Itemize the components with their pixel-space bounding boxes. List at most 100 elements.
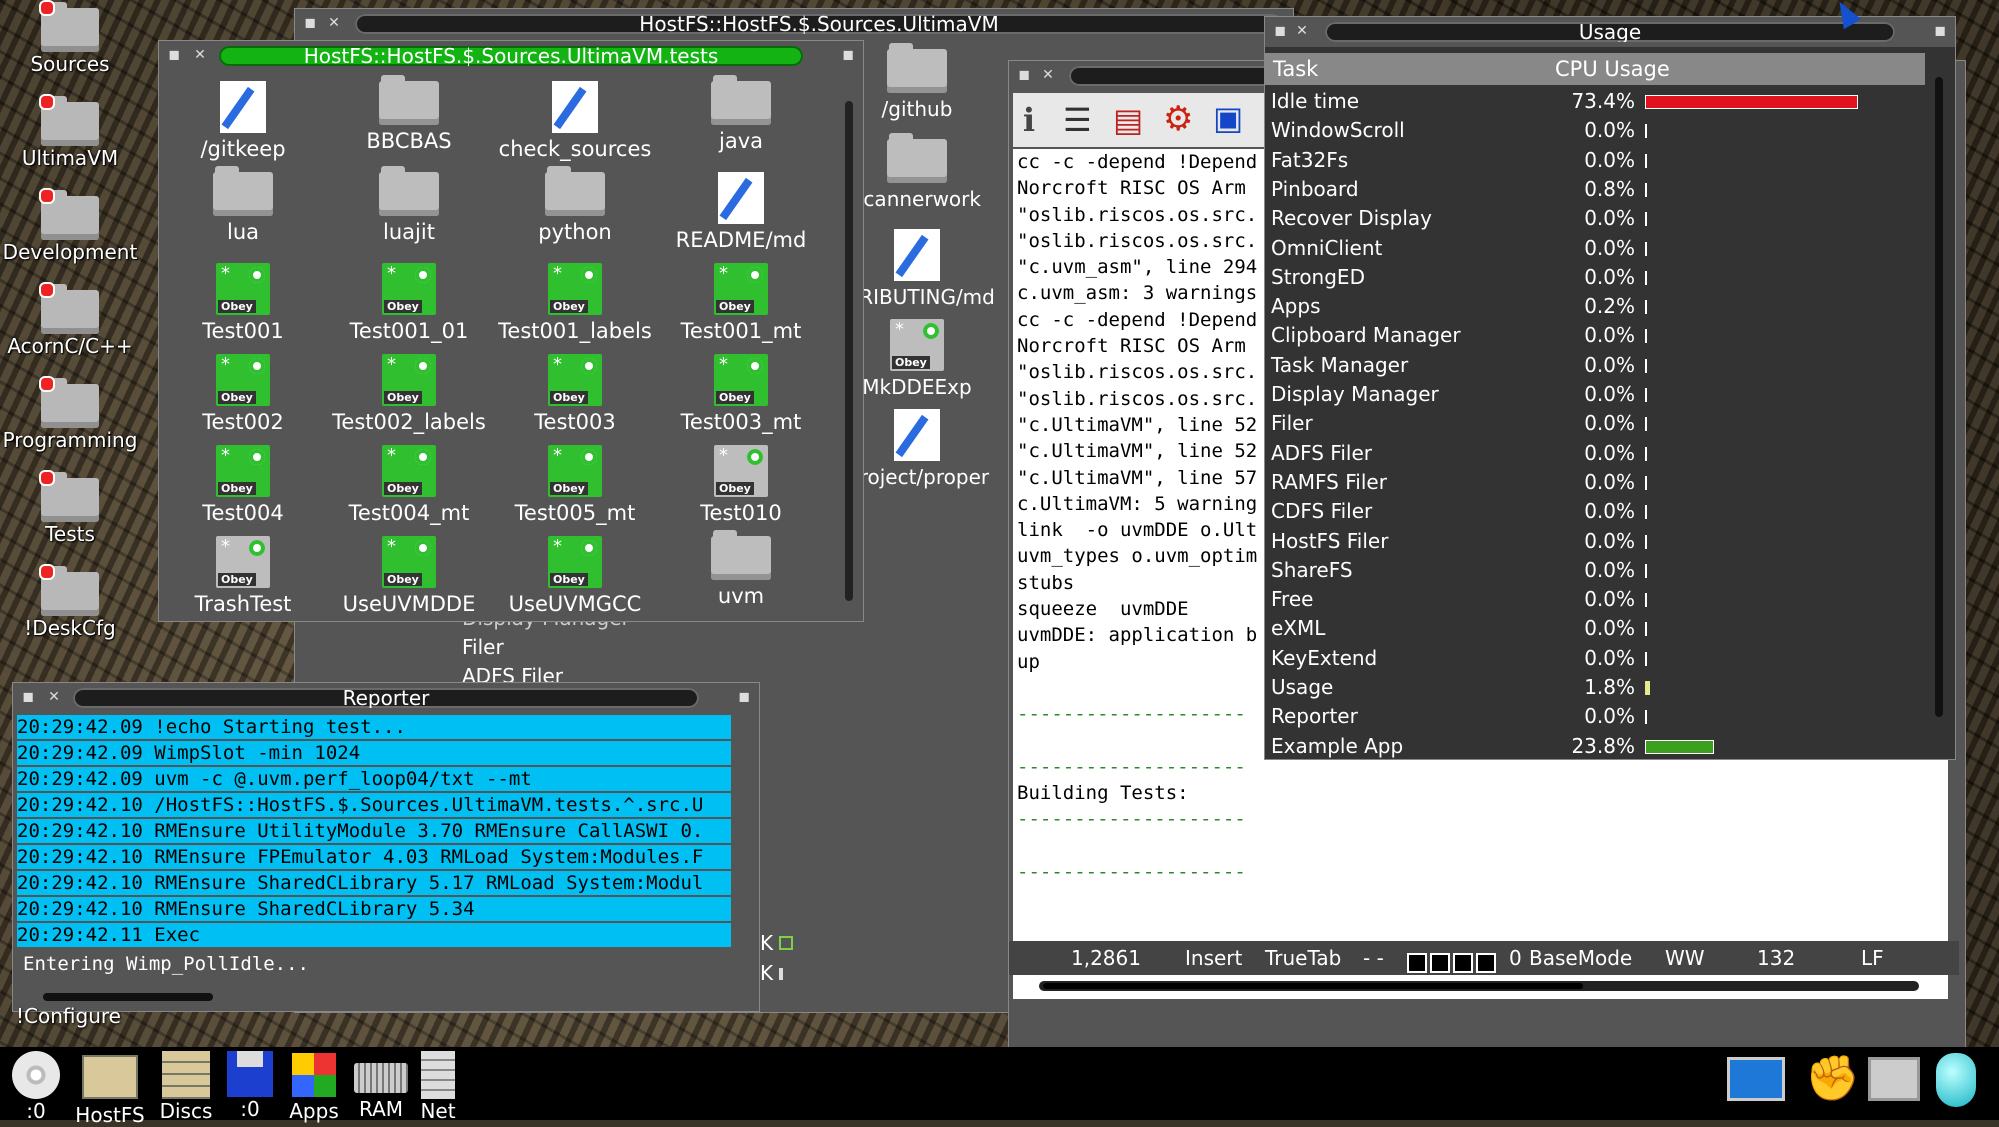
filer-item[interactable]: * Obey Test002_labels xyxy=(329,354,489,434)
filer-item[interactable]: check_sources xyxy=(495,81,655,161)
back-icon[interactable]: ◼ xyxy=(167,48,181,62)
filer-item[interactable]: * Obey MkDDEExp xyxy=(847,319,987,399)
close-icon[interactable]: ✕ xyxy=(1295,24,1309,38)
usage-row[interactable]: Example App 23.8% xyxy=(1265,732,1925,761)
filer-item[interactable]: luajit xyxy=(329,166,489,244)
filer-item[interactable]: * Obey Test003 xyxy=(495,354,655,434)
usage-row[interactable]: ShareFS 0.0% xyxy=(1265,556,1925,585)
reporter-line[interactable]: 20:29:42.09 !echo Starting test... xyxy=(17,715,731,739)
toggle-size-icon[interactable]: ◼ xyxy=(841,48,855,62)
books-icon[interactable]: ▤ xyxy=(1113,101,1143,139)
toggle-size-icon[interactable]: ◼ xyxy=(737,690,751,704)
filer-item[interactable]: uvm xyxy=(661,530,821,608)
desktop-icon[interactable]: !DeskCfg xyxy=(0,564,140,640)
header-task[interactable]: Task xyxy=(1273,53,1318,85)
usage-window[interactable]: ◼ ✕ Usage ◼ Task CPU Usage Idle time 73.4… xyxy=(1264,16,1956,760)
status-eol[interactable]: LF xyxy=(1861,941,1884,975)
status-truetab[interactable]: TrueTab xyxy=(1265,941,1341,975)
filer-item[interactable]: * Obey Test004_mt xyxy=(329,445,489,525)
iconbar-floppy[interactable]: :0 xyxy=(224,1051,276,1121)
back-icon[interactable]: ◼ xyxy=(21,690,35,704)
filer-item[interactable]: * Obey Test005_mt xyxy=(495,445,655,525)
usage-row[interactable]: ADFS Filer 0.0% xyxy=(1265,439,1925,468)
filer-item[interactable]: * Obey Test001 xyxy=(163,263,323,343)
configure-label[interactable]: !Configure xyxy=(16,1004,121,1028)
usage-row[interactable]: Recover Display 0.0% xyxy=(1265,204,1925,233)
titlebar[interactable]: ◼ ✕ HostFS::HostFS.$.Sources.UltimaVM.te… xyxy=(159,41,863,71)
desktop-icon[interactable]: UltimaVM xyxy=(0,94,140,170)
filer-item[interactable]: TRIBUTING/md xyxy=(847,229,995,309)
back-icon[interactable]: ◼ xyxy=(1017,68,1031,82)
iconbar-apps[interactable]: Apps xyxy=(286,1051,342,1123)
filer-item[interactable]: * Obey Test002 xyxy=(163,354,323,434)
usage-row[interactable]: Free 0.0% xyxy=(1265,585,1925,614)
usage-row[interactable]: Apps 0.2% xyxy=(1265,292,1925,321)
close-icon[interactable]: ✕ xyxy=(47,690,61,704)
reporter-line[interactable]: 20:29:42.11 Exec xyxy=(17,923,731,947)
usage-row[interactable]: StrongED 0.0% xyxy=(1265,263,1925,292)
display-icon[interactable] xyxy=(1727,1057,1785,1101)
desktop-icon[interactable]: Sources xyxy=(0,0,140,76)
toggle-size-icon[interactable]: ◼ xyxy=(1933,24,1947,38)
usage-row[interactable]: RAMFS Filer 0.0% xyxy=(1265,468,1925,497)
iconbar-ram[interactable]: RAM xyxy=(350,1051,412,1121)
horizontal-scrollbar[interactable] xyxy=(1039,981,1919,991)
usage-row[interactable]: WindowScroll 0.0% xyxy=(1265,116,1925,145)
filer-item[interactable]: /github xyxy=(847,43,987,121)
filer-item[interactable]: * Obey Test004 xyxy=(163,445,323,525)
usage-row[interactable]: Pinboard 0.8% xyxy=(1265,175,1925,204)
reporter-line[interactable]: 20:29:42.10 RMEnsure SharedCLibrary 5.17… xyxy=(17,871,731,895)
desktop-icon[interactable]: AcornC/C++ xyxy=(0,282,140,358)
filer-item[interactable]: * Obey UseUVMGCC xyxy=(495,536,655,616)
filer-item[interactable]: lua xyxy=(163,166,323,244)
status-basemode[interactable]: BaseMode xyxy=(1529,941,1632,975)
filer-item[interactable]: * Obey Test001_01 xyxy=(329,263,489,343)
iconbar-discs[interactable]: Discs xyxy=(156,1051,216,1123)
reporter-line[interactable]: 20:29:42.10 RMEnsure UtilityModule 3.70 … xyxy=(17,819,731,843)
desktop-icon[interactable]: Development xyxy=(0,188,140,264)
reporter-line[interactable]: 20:29:42.10 RMEnsure FPEmulator 4.03 RML… xyxy=(17,845,731,869)
usage-row[interactable]: Usage 1.8% xyxy=(1265,673,1925,702)
header-cpu[interactable]: CPU Usage xyxy=(1555,53,1670,85)
vertical-scrollbar[interactable] xyxy=(845,101,853,601)
usage-row[interactable]: HostFS Filer 0.0% xyxy=(1265,527,1925,556)
usage-row[interactable]: Task Manager 0.0% xyxy=(1265,351,1925,380)
usage-row[interactable]: Idle time 73.4% xyxy=(1265,87,1925,116)
usage-row[interactable]: OmniClient 0.0% xyxy=(1265,234,1925,263)
close-icon[interactable]: ✕ xyxy=(193,48,207,62)
filer-item[interactable]: python xyxy=(495,166,655,244)
settings-icon[interactable]: ⚙ xyxy=(1163,99,1193,139)
acorn-icon[interactable] xyxy=(1936,1053,1976,1107)
reporter-line[interactable]: 20:29:42.10 RMEnsure SharedCLibrary 5.34 xyxy=(17,897,731,921)
filer-window-tests[interactable]: ◼ ✕ HostFS::HostFS.$.Sources.UltimaVM.te… xyxy=(158,40,864,622)
reporter-line[interactable]: 20:29:42.09 WimpSlot -min 1024 xyxy=(17,741,731,765)
titlebar[interactable]: ◼ ✕ HostFS::HostFS.$.Sources.UltimaVM xyxy=(295,9,1293,39)
filer-item[interactable]: * Obey Test001_mt xyxy=(661,263,821,343)
filer-item[interactable]: * Obey Test003_mt xyxy=(661,354,821,434)
usage-row[interactable]: KeyExtend 0.0% xyxy=(1265,644,1925,673)
status-ww[interactable]: WW xyxy=(1665,941,1705,975)
filer-item[interactable]: * Obey TrashTest xyxy=(163,536,323,616)
monitor-icon[interactable] xyxy=(1868,1057,1920,1101)
filer-item[interactable]: * Obey Test010 xyxy=(661,445,821,525)
filer-item[interactable]: project/proper xyxy=(847,409,989,489)
back-icon[interactable]: ◼ xyxy=(1273,24,1287,38)
close-icon[interactable]: ✕ xyxy=(327,16,341,30)
iconbar-cdrom[interactable]: :0 xyxy=(8,1051,64,1123)
iconbar-hostfs[interactable]: HostFS xyxy=(72,1051,148,1127)
horizontal-scrollbar[interactable] xyxy=(43,993,213,1001)
desktop-icon[interactable]: Programming xyxy=(0,376,140,452)
list-icon[interactable]: ☰ xyxy=(1063,101,1092,139)
reporter-line[interactable]: 20:29:42.10 /HostFS::HostFS.$.Sources.Ul… xyxy=(17,793,731,817)
filer-item[interactable]: * Obey UseUVMDDE xyxy=(329,536,489,616)
usage-row[interactable]: eXML 0.0% xyxy=(1265,614,1925,643)
close-icon[interactable]: ✕ xyxy=(1041,68,1055,82)
filer-item[interactable]: /gitkeep xyxy=(163,81,323,161)
usage-row[interactable]: Clipboard Manager 0.0% xyxy=(1265,321,1925,350)
filer-item[interactable]: * Obey Test001_labels xyxy=(495,263,655,343)
usage-row[interactable]: Display Manager 0.0% xyxy=(1265,380,1925,409)
filer-item[interactable]: BBCBAS xyxy=(329,75,489,153)
back-icon[interactable]: ◼ xyxy=(303,16,317,30)
save-icon[interactable]: ▣ xyxy=(1213,99,1243,137)
filer-item[interactable]: java xyxy=(661,75,821,153)
